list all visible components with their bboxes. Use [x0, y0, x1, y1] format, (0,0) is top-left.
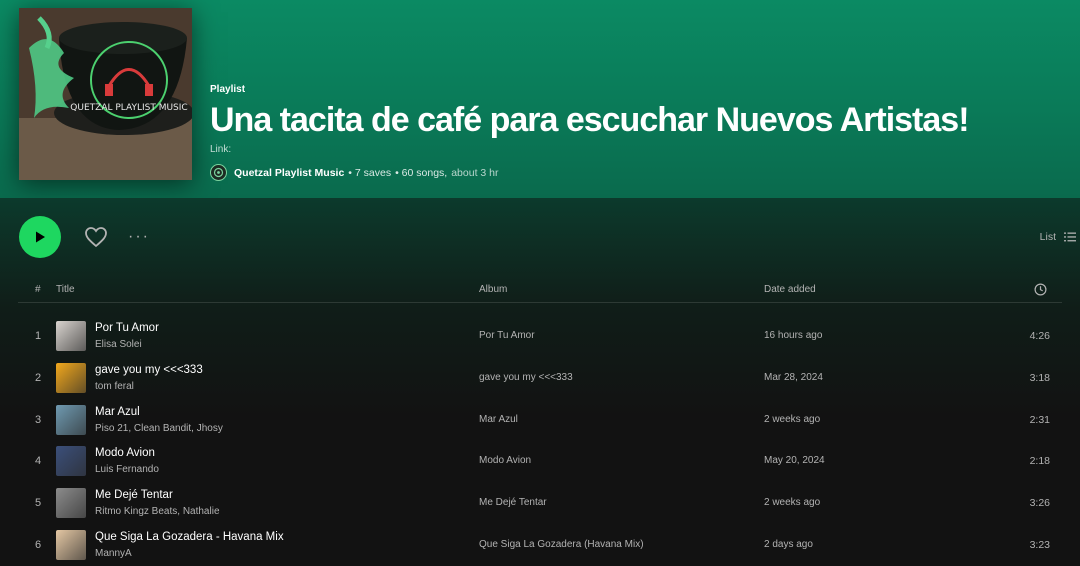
track-number: 1 — [34, 330, 42, 342]
track-album-link[interactable]: Mar Azul — [479, 414, 518, 425]
list-view-icon — [1064, 232, 1076, 242]
header-date-added[interactable]: Date added — [764, 284, 816, 295]
track-artist-link[interactable]: MannyA — [95, 548, 132, 559]
track-album-link[interactable]: Por Tu Amor — [479, 330, 535, 341]
playlist-meta: Playlist Una tacita de café para escucha… — [210, 84, 970, 181]
track-row[interactable]: 3 Mar Azul Piso 21, Clean Bandit, Jhosy … — [18, 399, 1062, 441]
track-duration: 3:18 — [1029, 371, 1050, 384]
header-album[interactable]: Album — [479, 284, 507, 295]
track-thumbnail[interactable] — [56, 446, 86, 477]
track-album-link[interactable]: Que Siga La Gozadera (Havana Mix) — [479, 539, 644, 550]
track-date-added: 2 weeks ago — [764, 497, 821, 509]
track-title-link[interactable]: Que Siga La Gozadera - Havana Mix — [95, 531, 284, 543]
track-thumbnail[interactable] — [56, 362, 86, 393]
track-duration: 2:31 — [1029, 413, 1050, 426]
track-duration: 3:26 — [1029, 497, 1050, 510]
track-row[interactable]: 2 gave you my <<<333 tom feral gave you … — [18, 357, 1062, 399]
track-artist-link[interactable]: Elisa Solei — [95, 339, 142, 350]
play-button[interactable] — [19, 216, 61, 258]
view-toggle-label: List — [1039, 231, 1056, 243]
track-title-link[interactable]: Modo Avion — [95, 447, 155, 459]
playlist-content: ··· List # Title Album Date added 1 Por … — [0, 198, 1080, 566]
heart-icon — [85, 227, 107, 248]
track-title-link[interactable]: Mar Azul — [95, 406, 140, 418]
track-artist-link[interactable]: Piso 21, Clean Bandit, Jhosy — [95, 423, 223, 434]
track-row[interactable]: 1 Por Tu Amor Elisa Solei Por Tu Amor 16… — [18, 315, 1062, 357]
track-number: 3 — [34, 413, 42, 426]
track-number: 6 — [34, 538, 42, 551]
track-date-added: 2 days ago — [764, 538, 813, 550]
header-duration[interactable] — [1034, 283, 1047, 299]
track-row[interactable]: 6 Que Siga La Gozadera - Havana Mix Mann… — [18, 524, 1062, 566]
track-thumbnail[interactable] — [56, 321, 86, 351]
playlist-type-label: Playlist — [210, 84, 246, 95]
track-row[interactable]: 5 Me Dejé Tentar Ritmo Kingz Beats, Nath… — [18, 482, 1062, 524]
track-title-link[interactable]: gave you my <<<333 — [95, 364, 203, 376]
track-title-link[interactable]: Por Tu Amor — [95, 322, 159, 334]
header-num: # — [35, 284, 41, 295]
save-to-library-button[interactable] — [84, 225, 108, 249]
playlist-header: QUETZAL PLAYLIST MUSIC Playlist Una taci… — [0, 0, 1080, 198]
saves-count: • 7 saves — [348, 166, 392, 179]
track-artist-link[interactable]: tom feral — [95, 381, 134, 392]
playlist-duration: about 3 hr — [451, 166, 499, 179]
cover-art-icon: QUETZAL PLAYLIST MUSIC — [19, 8, 192, 180]
owner-name-link[interactable]: Quetzal Playlist Music — [234, 167, 344, 179]
track-artist-link[interactable]: Luis Fernando — [95, 464, 159, 475]
track-thumbnail[interactable] — [56, 488, 86, 519]
track-thumbnail[interactable] — [56, 529, 86, 560]
view-toggle[interactable]: List — [1040, 231, 1076, 243]
more-options-button[interactable]: ··· — [128, 229, 150, 245]
track-duration: 3:23 — [1029, 538, 1050, 551]
playlist-title[interactable]: Una tacita de café para escuchar Nuevos … — [210, 100, 970, 140]
track-duration: 2:18 — [1029, 455, 1050, 468]
track-number: 5 — [34, 497, 42, 510]
track-duration: 4:26 — [1029, 330, 1050, 342]
track-thumbnail[interactable] — [56, 404, 86, 435]
track-number: 2 — [34, 371, 42, 384]
songs-count: • 60 songs, — [395, 166, 448, 179]
owner-avatar[interactable] — [210, 164, 227, 181]
owner-avatar-icon — [213, 167, 224, 178]
tracklist: 1 Por Tu Amor Elisa Solei Por Tu Amor 16… — [18, 315, 1062, 566]
header-title[interactable]: Title — [56, 284, 75, 295]
play-icon — [36, 231, 45, 243]
playlist-cover[interactable]: QUETZAL PLAYLIST MUSIC — [19, 8, 192, 180]
track-date-added: May 20, 2024 — [764, 455, 825, 467]
track-artist-link[interactable]: Ritmo Kingz Beats, Nathalie — [95, 506, 220, 517]
track-number: 4 — [34, 455, 42, 468]
playlist-description: Link: — [210, 144, 232, 155]
clock-icon — [1034, 283, 1047, 296]
track-date-added: Mar 28, 2024 — [764, 371, 823, 383]
cover-text: QUETZAL PLAYLIST MUSIC — [70, 103, 187, 113]
track-album-link[interactable]: Me Dejé Tentar — [479, 497, 547, 508]
playlist-info: Quetzal Playlist Music • 7 saves • 60 so… — [210, 164, 969, 181]
track-title-link[interactable]: Me Dejé Tentar — [95, 489, 173, 501]
track-row[interactable]: 4 Modo Avion Luis Fernando Modo Avion Ma… — [18, 440, 1062, 482]
track-date-added: 2 weeks ago — [764, 413, 821, 425]
track-album-link[interactable]: Modo Avion — [479, 455, 531, 466]
tracklist-header: # Title Album Date added — [18, 281, 1062, 303]
track-album-link[interactable]: gave you my <<<333 — [479, 372, 573, 383]
action-bar: ··· — [19, 216, 150, 258]
track-date-added: 16 hours ago — [764, 330, 823, 341]
